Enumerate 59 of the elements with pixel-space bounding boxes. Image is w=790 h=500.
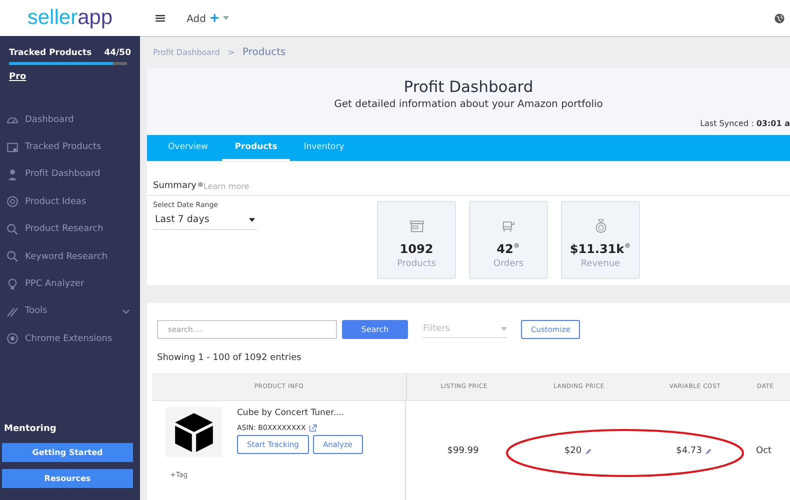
stat-label: Revenue xyxy=(580,259,620,269)
logo-text: sellerapp xyxy=(0,0,140,36)
caret-icon xyxy=(249,218,255,222)
table-cell-text: $99.99 xyxy=(446,445,480,458)
sidebar-item[interactable]: Dashboard xyxy=(0,106,140,134)
cube-icon xyxy=(166,407,222,457)
breadcrumb-link[interactable]: Profit Dashboard xyxy=(153,48,220,57)
page-subtitle: Get detailed information about your Amazon portfolio xyxy=(334,99,603,110)
search-icon xyxy=(6,222,19,236)
mentoring-title: Mentoring xyxy=(4,424,58,434)
sidebar-item[interactable]: Profit Dashboard xyxy=(0,160,140,188)
pencil-icon[interactable] xyxy=(704,448,712,454)
table-cell-text: Oct xyxy=(755,445,773,458)
plan-link[interactable]: Pro xyxy=(9,72,26,82)
target-icon xyxy=(6,195,19,208)
menu-button[interactable]: ≡ xyxy=(154,9,167,27)
sidebar-item[interactable]: Product Ideas xyxy=(0,188,140,216)
entries-count: Showing 1 - 100 of 1092 entries xyxy=(156,352,302,363)
stat-value: $11.31k xyxy=(570,242,624,256)
learn-more-link[interactable]: Learn more xyxy=(204,182,250,191)
breadcrumb-current: Products xyxy=(242,47,286,58)
circle-icon xyxy=(6,332,19,346)
stat-label: Orders xyxy=(493,259,524,269)
person-icon xyxy=(6,168,19,181)
page-title: Profit Dashboard xyxy=(404,78,534,96)
tracked-label: Tracked Products xyxy=(9,48,92,58)
table-cell: $4.73 xyxy=(676,446,702,456)
sidebar-item[interactable]: Chrome Extensions xyxy=(0,325,140,353)
breadcrumb-separator: > xyxy=(228,48,235,57)
bulb-icon xyxy=(6,278,19,291)
box-icon xyxy=(6,140,19,154)
add-button[interactable]: Add + xyxy=(186,10,220,26)
tab[interactable]: Overview xyxy=(154,135,222,161)
caret-icon xyxy=(223,16,230,20)
last-synced-text: Last Synced : 03:01 a xyxy=(700,119,790,128)
date-range-select[interactable]: Last 7 days xyxy=(153,209,257,230)
tab[interactable]: Inventory xyxy=(290,135,358,161)
sidebar-item[interactable]: Tracked Products xyxy=(0,133,140,161)
search-button[interactable]: Search xyxy=(342,320,408,339)
sidebar-item[interactable]: PPC Analyzer xyxy=(0,270,140,298)
globe-icon[interactable] xyxy=(774,12,785,24)
summary-title: Summary xyxy=(153,181,196,191)
box-icon xyxy=(408,218,424,234)
mentoring-button[interactable]: Resources xyxy=(2,469,133,488)
table-cell: $20 xyxy=(564,446,582,456)
sidebar-item[interactable]: Product Research xyxy=(0,216,140,243)
caret-icon xyxy=(501,327,507,331)
product-title[interactable]: Cube by Concert Tuner.... xyxy=(237,408,362,418)
tracked-count: 44/50 xyxy=(104,48,131,58)
sidebar-item[interactable]: Tools xyxy=(0,298,140,326)
search-icon xyxy=(6,250,19,264)
pencil-icon[interactable] xyxy=(584,448,592,454)
info-icon xyxy=(198,182,202,187)
stat-label: Products xyxy=(397,259,436,269)
external-link-icon[interactable] xyxy=(308,424,317,432)
stat-value: 42 xyxy=(496,242,514,256)
sidebar-item[interactable]: Keyword Research xyxy=(0,242,140,270)
mentoring-button[interactable]: Getting Started xyxy=(2,443,133,462)
stat-value: 1092 xyxy=(400,242,434,256)
